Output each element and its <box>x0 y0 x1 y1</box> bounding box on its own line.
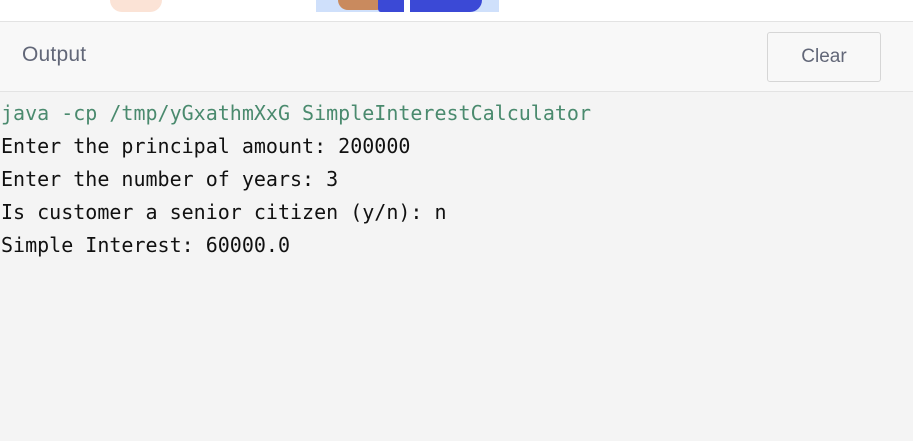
illustration-fragment-right <box>316 0 499 12</box>
output-panel-title: Output <box>22 43 87 66</box>
illustration-fragment-left <box>110 0 162 12</box>
console-output-line: Simple Interest: 60000.0 <box>1 233 290 257</box>
banner-illustration-strip <box>0 0 913 21</box>
console-command-line: java -cp /tmp/yGxathmXxG SimpleInterestC… <box>1 101 592 125</box>
console-output-line: Enter the principal amount: 200000 <box>1 134 411 158</box>
output-console: java -cp /tmp/yGxathmXxG SimpleInterestC… <box>0 92 913 441</box>
console-output-line: Enter the number of years: 3 <box>1 167 339 191</box>
clear-button[interactable]: Clear <box>767 32 881 82</box>
output-panel-header: Output Clear <box>0 21 913 92</box>
console-output-line: Is customer a senior citizen (y/n): n <box>1 200 447 224</box>
